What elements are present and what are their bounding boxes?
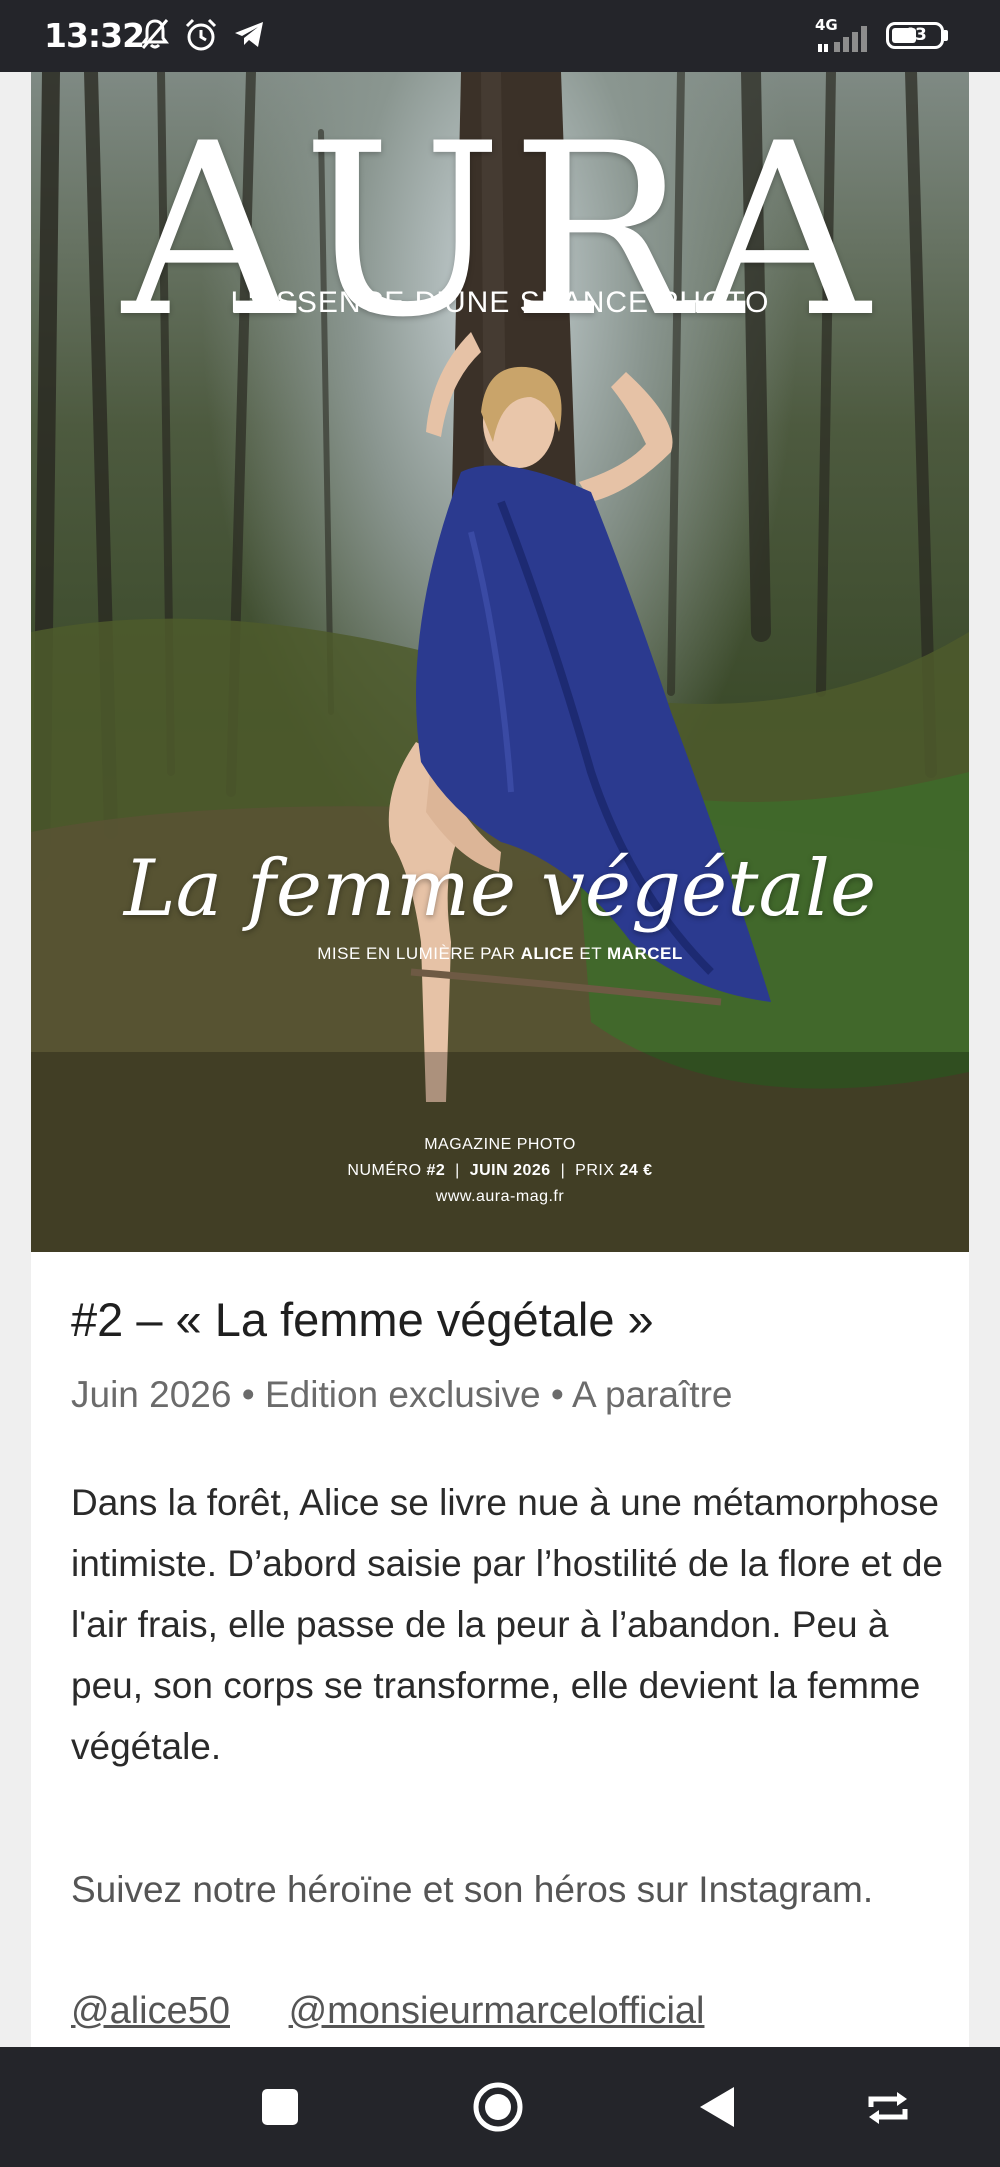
recents-square-icon[interactable] (262, 2089, 298, 2125)
instagram-links: @alice50 @monsieurmarcelofficial (71, 1990, 752, 2033)
status-time: 13:32 (44, 16, 145, 55)
magazine-tagline: L'ESSENCE D'UNE SÉANCE PHOTO (230, 286, 770, 319)
rotate-icon[interactable] (865, 2091, 911, 2125)
home-circle-icon[interactable] (472, 2081, 524, 2133)
battery-icon: 43 (886, 22, 944, 49)
alarm-icon (185, 18, 217, 51)
navigation-bar (0, 2047, 1000, 2167)
cover-footer: MAGAZINE PHOTO NUMÉRO #2 | JUIN 2026 | P… (31, 1132, 969, 1210)
cover-footer-issue-info: NUMÉRO #2 | JUIN 2026 | PRIX 24 € (347, 1162, 653, 1179)
follow-text: Suivez notre héroïne et son héros sur In… (71, 1869, 874, 1910)
battery-level: 43 (903, 25, 927, 45)
issue-description: Dans la forêt, Alice se livre nue à une … (71, 1482, 943, 1767)
issue-title: #2 – « La femme végétale » (71, 1293, 654, 1346)
signal-icon (818, 26, 867, 52)
bell-muted-icon (141, 19, 169, 49)
instagram-link-marcel[interactable]: @monsieurmarcelofficial (289, 1990, 705, 2032)
magazine-card[interactable]: AURA L'ESSENCE D'UNE SÉANCE PHOTO La fem… (31, 72, 969, 2047)
cover-image[interactable]: AURA L'ESSENCE D'UNE SÉANCE PHOTO La fem… (31, 72, 969, 1252)
cover-footer-line1: MAGAZINE PHOTO (424, 1136, 576, 1153)
cover-title: La femme végétale (123, 844, 877, 934)
instagram-link-alice[interactable]: @alice50 (71, 1990, 230, 2032)
cover-website: www.aura-mag.fr (435, 1188, 565, 1205)
cover-credit: MISE EN LUMIÈRE PAR ALICE ET MARCEL (317, 944, 683, 963)
issue-meta: Juin 2026 • Edition exclusive • A paraît… (71, 1374, 733, 1415)
status-bar: 13:32 4G 43 (0, 0, 1000, 72)
telegram-icon (235, 22, 263, 47)
back-triangle-icon[interactable] (700, 2087, 736, 2127)
